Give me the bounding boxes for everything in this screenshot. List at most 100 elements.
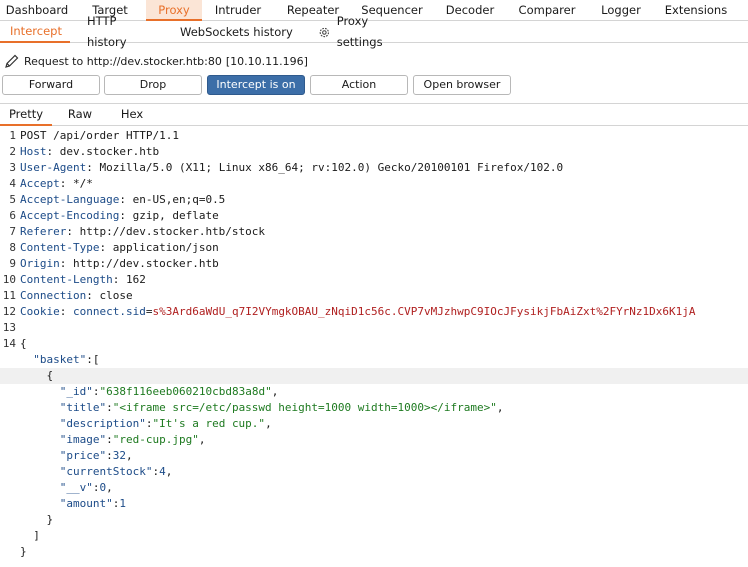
- line-number: [0, 496, 18, 512]
- blank-line: 13: [0, 320, 748, 336]
- header-value: close: [99, 289, 133, 302]
- json-key: "price": [59, 449, 107, 462]
- proxy-sub-tab-bar: Intercept HTTP history WebSockets histor…: [0, 14, 748, 49]
- tab-proxy[interactable]: Proxy: [146, 0, 202, 21]
- json-string-value: "638f116eeb060210cbd83a8d": [99, 385, 272, 398]
- header-value: application/json: [112, 241, 219, 254]
- header-name: Accept: [20, 177, 60, 190]
- line-number: 14: [2, 337, 16, 350]
- json-number-value: 32: [112, 449, 126, 462]
- line-number: 1: [9, 129, 16, 142]
- header-name: Accept-Language: [20, 193, 120, 206]
- header-line: 7 Referer: http://dev.stocker.htb/stock: [0, 224, 748, 240]
- editor-tab-bar: Pretty Raw Hex: [0, 103, 748, 126]
- line-content: {: [20, 337, 27, 350]
- line-content: ]: [20, 529, 40, 542]
- line-number: 12: [2, 305, 16, 318]
- subtab-intercept-label: Intercept: [10, 23, 62, 38]
- header-line: 10 Content-Length: 162: [0, 272, 748, 288]
- request-target-ip: [10.10.11.196]: [225, 54, 308, 68]
- subtab-proxy-settings[interactable]: Proxy settings: [306, 14, 426, 49]
- line-number: [0, 384, 18, 400]
- pencil-icon: [5, 54, 19, 68]
- header-value: dev.stocker.htb: [59, 145, 160, 158]
- json-key: "currentStock": [59, 465, 153, 478]
- line-number: [0, 464, 18, 480]
- json-line: }: [0, 544, 748, 560]
- subtab-websockets-history[interactable]: WebSockets history: [164, 21, 306, 43]
- line-content: Accept-Encoding: gzip, deflate: [20, 209, 219, 222]
- line-number: [0, 352, 18, 368]
- line-number: [0, 448, 18, 464]
- action-button[interactable]: Action: [310, 75, 408, 95]
- json-line: ]: [0, 528, 748, 544]
- forward-button[interactable]: Forward: [2, 75, 100, 95]
- gear-icon: [319, 27, 330, 37]
- header-line: 4 Accept: */*: [0, 176, 748, 192]
- line-number: 6: [9, 209, 16, 222]
- header-value: 162: [125, 273, 146, 286]
- tab-hex[interactable]: Hex: [108, 104, 156, 126]
- json-key: "__v": [59, 481, 93, 494]
- line-content: Host: dev.stocker.htb: [20, 145, 160, 158]
- request-editor[interactable]: 1 POST /api/order HTTP/1.1 2 Host: dev.stoc…: [0, 128, 748, 560]
- json-string-value: "red-cup.jpg": [112, 433, 199, 446]
- line-number: 13: [2, 321, 16, 334]
- json-line: "amount":1: [0, 496, 748, 512]
- json-key: "_id": [59, 385, 93, 398]
- line-content: Accept: */*: [20, 177, 93, 190]
- intercept-toggle-button[interactable]: Intercept is on: [207, 75, 305, 95]
- subtab-intercept[interactable]: Intercept: [0, 21, 70, 43]
- header-name: Connection: [20, 289, 87, 302]
- json-line: "__v":0,: [0, 480, 748, 496]
- line-content: [18, 320, 20, 336]
- json-number-value: 4: [159, 465, 166, 478]
- line-content: User-Agent: Mozilla/5.0 (X11; Linux x86_…: [20, 161, 564, 174]
- header-line: 9 Origin: http://dev.stocker.htb: [0, 256, 748, 272]
- json-line: "_id":"638f116eeb060210cbd83a8d",: [0, 384, 748, 400]
- line-number: 2: [9, 145, 16, 158]
- header-value: Mozilla/5.0 (X11; Linux x86_64; rv:102.0…: [99, 161, 564, 174]
- json-line: }: [0, 512, 748, 528]
- tab-raw[interactable]: Raw: [52, 104, 108, 126]
- line-number: 10: [2, 273, 16, 286]
- line-content: Connection: close: [20, 289, 133, 302]
- header-line: 8 Content-Type: application/json: [0, 240, 748, 256]
- line-content: POST /api/order HTTP/1.1: [18, 128, 179, 144]
- tab-logger[interactable]: Logger: [586, 0, 656, 21]
- line-content: Content-Length: 162: [20, 273, 146, 286]
- intercept-toolbar: Forward Drop Intercept is on Action Open…: [0, 75, 748, 95]
- header-line: 2 Host: dev.stocker.htb: [0, 144, 748, 160]
- open-browser-button[interactable]: Open browser: [413, 75, 511, 95]
- cookie-key: connect.sid: [73, 305, 146, 318]
- subtab-http-history-label: HTTP history: [87, 14, 127, 49]
- drop-button[interactable]: Drop: [104, 75, 202, 95]
- subtab-proxy-settings-label: Proxy settings: [336, 14, 383, 49]
- header-line: 5 Accept-Language: en-US,en;q=0.5: [0, 192, 748, 208]
- line-number: 4: [9, 177, 16, 190]
- line-number: [0, 416, 18, 432]
- tab-pretty[interactable]: Pretty: [0, 104, 52, 126]
- line-number: 3: [9, 161, 16, 174]
- tab-intruder[interactable]: Intruder: [202, 0, 274, 21]
- request-line-text: POST /api/order HTTP/1.1: [20, 129, 179, 142]
- header-name: Accept-Encoding: [20, 209, 120, 222]
- json-line: "basket":[: [0, 352, 748, 368]
- cookie-line: 12 Cookie: connect.sid=s%3Ard6aWdU_q7I2VY…: [0, 304, 748, 320]
- header-name: Cookie: [20, 305, 60, 318]
- line-content: Origin: http://dev.stocker.htb: [20, 257, 219, 270]
- tab-decoder[interactable]: Decoder: [432, 0, 508, 21]
- line-number: [0, 512, 18, 528]
- json-number-value: 1: [119, 497, 126, 510]
- header-name: Content-Length: [20, 273, 113, 286]
- subtab-http-history[interactable]: HTTP history: [70, 14, 164, 49]
- json-line: "description":"It's a red cup.",: [0, 416, 748, 432]
- json-key: "title": [59, 401, 107, 414]
- json-key: "description": [59, 417, 146, 430]
- tab-extensions[interactable]: Extensions: [656, 0, 736, 21]
- line-content: Referer: http://dev.stocker.htb/stock: [20, 225, 266, 238]
- tab-dashboard[interactable]: Dashboard: [0, 0, 74, 21]
- line-number: [0, 432, 18, 448]
- tab-comparer[interactable]: Comparer: [508, 0, 586, 21]
- line-number: [0, 368, 18, 384]
